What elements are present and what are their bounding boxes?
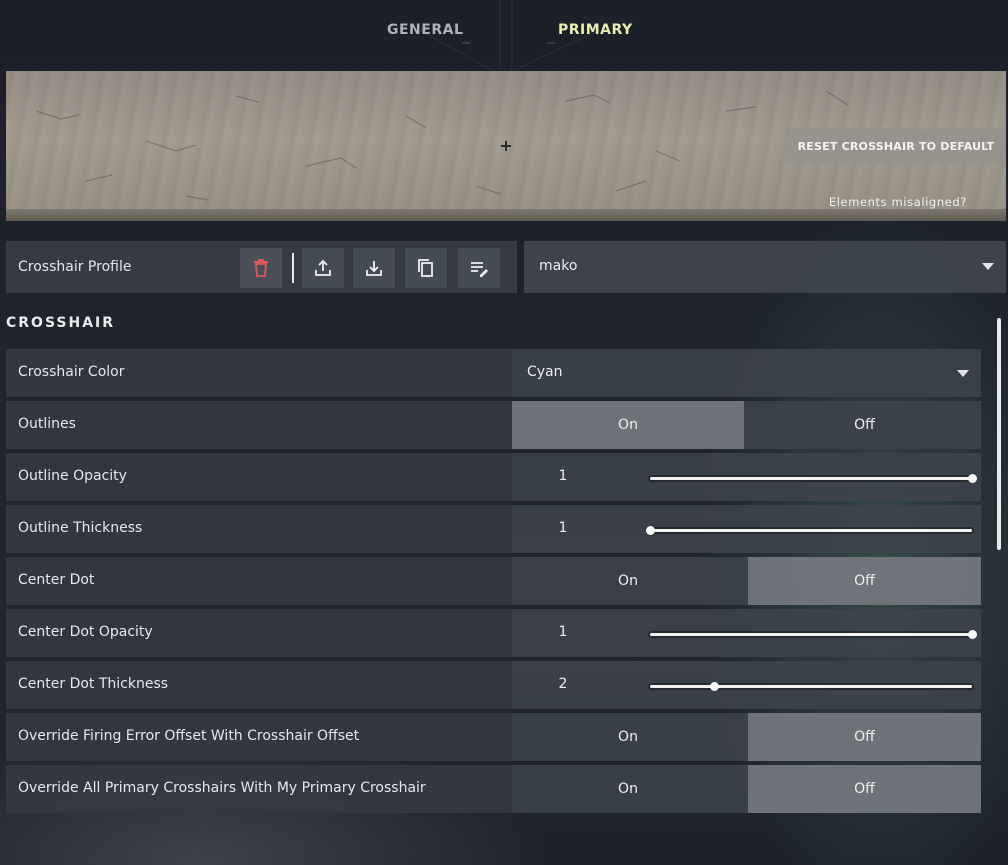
setting-row-override-firing-error: Override Firing Error Offset With Crossh… <box>6 713 981 761</box>
center-dot-opacity-slider[interactable] <box>650 630 977 639</box>
floor-edge <box>6 209 1006 221</box>
import-profile-button[interactable] <box>353 248 395 288</box>
setting-row-outlines: Outlines On Off <box>6 401 981 449</box>
elements-misaligned-link[interactable]: Elements misaligned? <box>829 195 967 209</box>
slider-handle[interactable] <box>709 682 719 691</box>
edit-list-icon <box>471 262 488 277</box>
import-icon <box>366 261 382 276</box>
override-all-primary-toggle: On Off <box>512 765 981 813</box>
outlines-off-button[interactable]: Off <box>748 401 981 449</box>
setting-label: Outlines <box>18 416 76 432</box>
setting-label: Crosshair Color <box>18 364 125 380</box>
export-profile-button[interactable] <box>302 248 344 288</box>
setting-label: Outline Opacity <box>18 468 127 484</box>
override-all-primary-on-button[interactable]: On <box>512 765 744 813</box>
delete-profile-button[interactable] <box>240 248 282 288</box>
profile-selected-value: mako <box>539 258 578 274</box>
rename-profile-button[interactable] <box>458 248 500 288</box>
crosshair-icon <box>501 141 511 151</box>
setting-label: Center Dot Thickness <box>18 676 169 692</box>
tab-general[interactable]: GENERAL <box>387 22 463 38</box>
center-dot-toggle: On Off <box>512 557 981 605</box>
crosshair-profile-bar: Crosshair Profile <box>6 241 517 293</box>
setting-label: Override All Primary Crosshairs With My … <box>18 780 426 796</box>
center-dot-off-button[interactable]: Off <box>748 557 981 605</box>
outline-thickness-value[interactable]: 1 <box>512 520 614 536</box>
crosshair-color-dropdown[interactable]: Cyan <box>512 349 981 397</box>
chevron-down-icon <box>957 370 969 377</box>
override-all-primary-off-button[interactable]: Off <box>748 765 981 813</box>
toolbar-divider <box>292 253 294 283</box>
chevron-down-icon <box>982 263 994 270</box>
outlines-toggle: On Off <box>512 401 981 449</box>
copy-profile-button[interactable] <box>405 248 447 288</box>
crosshair-color-value: Cyan <box>527 364 563 380</box>
setting-label: Outline Thickness <box>18 520 143 536</box>
scrollbar[interactable] <box>997 318 1001 550</box>
setting-row-center-dot-thickness: Center Dot Thickness 2 <box>6 661 981 709</box>
setting-row-override-all-primary: Override All Primary Crosshairs With My … <box>6 765 981 813</box>
profile-dropdown[interactable]: mako <box>524 241 1006 293</box>
setting-row-center-dot-opacity: Center Dot Opacity 1 <box>6 609 981 657</box>
top-nav: GENERAL PRIMARY <box>0 0 1008 70</box>
slider-handle[interactable] <box>967 630 977 639</box>
center-dot-thickness-slider[interactable] <box>650 682 972 691</box>
profile-label: Crosshair Profile <box>18 259 132 275</box>
setting-row-crosshair-color: Crosshair Color Cyan <box>6 349 981 397</box>
center-dot-opacity-value[interactable]: 1 <box>512 624 614 640</box>
slider-handle[interactable] <box>967 474 977 483</box>
export-icon <box>315 259 331 276</box>
outline-opacity-slider[interactable] <box>650 474 977 483</box>
setting-label: Center Dot <box>18 572 95 588</box>
outlines-on-button[interactable]: On <box>512 401 744 449</box>
nav-decoration <box>419 0 601 70</box>
trash-icon <box>254 259 268 277</box>
override-firing-error-toggle: On Off <box>512 713 981 761</box>
setting-row-center-dot: Center Dot On Off <box>6 557 981 605</box>
override-firing-error-off-button[interactable]: Off <box>748 713 981 761</box>
section-title: CROSSHAIR <box>6 315 116 331</box>
override-firing-error-on-button[interactable]: On <box>512 713 744 761</box>
crosshair-preview: RESET CROSSHAIR TO DEFAULT Elements misa… <box>6 71 1006 221</box>
reset-crosshair-button[interactable]: RESET CROSSHAIR TO DEFAULT <box>786 128 1006 164</box>
outline-opacity-value[interactable]: 1 <box>512 468 614 484</box>
setting-row-outline-opacity: Outline Opacity 1 <box>6 453 981 501</box>
tab-primary[interactable]: PRIMARY <box>558 22 633 38</box>
slider-handle[interactable] <box>645 526 655 535</box>
center-dot-on-button[interactable]: On <box>512 557 744 605</box>
setting-row-outline-thickness: Outline Thickness 1 <box>6 505 981 553</box>
outline-thickness-slider[interactable] <box>645 526 972 535</box>
copy-icon <box>418 259 433 277</box>
setting-label: Center Dot Opacity <box>18 624 153 640</box>
setting-label: Override Firing Error Offset With Crossh… <box>18 728 360 744</box>
settings-list: Crosshair Color Cyan Outlines On Off Out… <box>6 349 981 817</box>
center-dot-thickness-value[interactable]: 2 <box>512 676 614 692</box>
